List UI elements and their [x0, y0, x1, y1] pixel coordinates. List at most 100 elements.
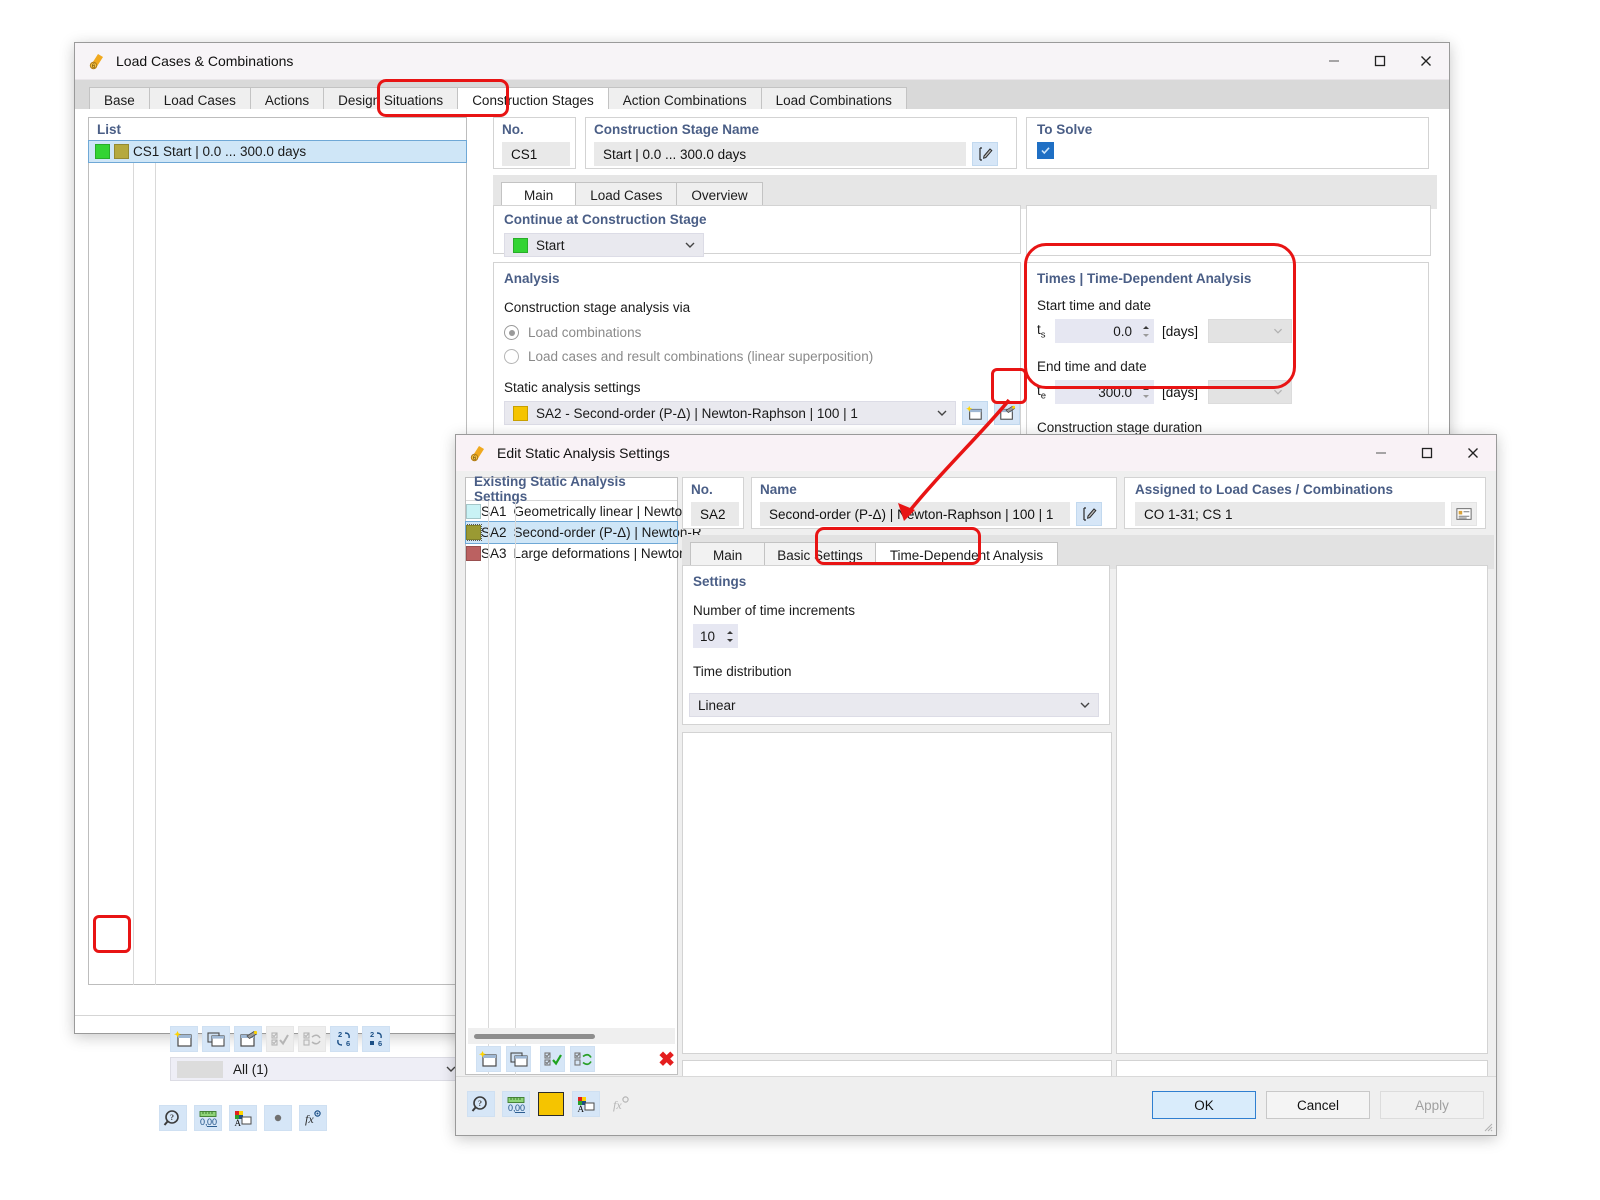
- spinner-arrows-icon[interactable]: [1139, 380, 1154, 404]
- sa2-name: Second-order (P-Δ) | Newton-R: [507, 525, 702, 540]
- edit-pencil-icon[interactable]: [1076, 502, 1102, 526]
- window2-titlebar[interactable]: 6 Edit Static Analysis Settings: [456, 435, 1496, 472]
- existing-settings-label: Existing Static Analysis Settings: [474, 474, 677, 504]
- window1-titlebar[interactable]: 6 Load Cases & Combinations: [75, 43, 1449, 80]
- radio-load-cases-result-combinations[interactable]: Load cases and result combinations (line…: [504, 349, 1020, 364]
- end-date-combo[interactable]: [1208, 380, 1292, 404]
- edit-pencil-icon[interactable]: [972, 142, 998, 166]
- list-filter-combo[interactable]: All (1): [170, 1057, 465, 1081]
- existing-settings-header: Existing Static Analysis Settings: [466, 478, 677, 501]
- times-section-label: Times | Time-Dependent Analysis: [1037, 271, 1428, 286]
- chevron-down-icon[interactable]: [1076, 696, 1094, 714]
- color-swatch-icon[interactable]: [537, 1091, 565, 1117]
- construction-stages-list-panel: List CS1 Start | 0.0 ... 300.0 days: [88, 117, 467, 985]
- continue-stage-combo[interactable]: Start: [504, 233, 704, 257]
- radio-load-combinations[interactable]: Load combinations: [504, 325, 1020, 340]
- time-distribution-value: Linear: [698, 698, 1076, 713]
- new-item-icon[interactable]: [476, 1046, 501, 1072]
- table-row[interactable]: CS1 Start | 0.0 ... 300.0 days: [89, 141, 466, 162]
- to-solve-panel: To Solve: [1026, 117, 1429, 169]
- row-name: Start | 0.0 ... 300.0 days: [155, 144, 306, 159]
- edit-settings-icon[interactable]: [994, 401, 1020, 425]
- static-settings-combo[interactable]: SA2 - Second-order (P-Δ) | Newton-Raphso…: [504, 401, 956, 425]
- spinner-arrows-icon[interactable]: [723, 624, 738, 648]
- window2-body: Existing Static Analysis Settings SA1 Ge…: [456, 471, 1496, 1135]
- edit-item-icon[interactable]: [234, 1026, 262, 1052]
- sa1-name: Geometrically linear | Newton-: [507, 504, 695, 519]
- dot-icon[interactable]: [264, 1105, 292, 1131]
- time-distribution-combo[interactable]: Linear: [689, 693, 1099, 717]
- colors-icon[interactable]: A: [572, 1091, 600, 1117]
- list-item[interactable]: SA1 Geometrically linear | Newton-: [466, 501, 677, 522]
- formula-icon[interactable]: fx: [299, 1105, 327, 1131]
- cancel-button[interactable]: Cancel: [1266, 1091, 1370, 1119]
- deselect-all-icon[interactable]: [570, 1046, 595, 1072]
- select-all-icon[interactable]: [540, 1046, 565, 1072]
- maximize-icon[interactable]: [1404, 435, 1450, 471]
- units-icon[interactable]: 0, 00: [502, 1091, 530, 1117]
- svg-text:A: A: [578, 1104, 585, 1113]
- svg-text:6: 6: [346, 1039, 350, 1048]
- sa2-color-icon: [466, 525, 481, 540]
- rfem-app-icon: 6: [468, 443, 488, 463]
- svg-text:00: 00: [515, 1103, 525, 1113]
- settings-no-field[interactable]: SA2: [691, 502, 739, 526]
- chevron-down-icon[interactable]: [681, 236, 699, 254]
- to-solve-checkbox[interactable]: [1037, 142, 1054, 159]
- start-date-combo[interactable]: [1208, 319, 1292, 343]
- svg-text:6: 6: [378, 1039, 382, 1048]
- assigned-label: Assigned to Load Cases / Combinations: [1135, 482, 1485, 497]
- end-time-value[interactable]: 300.0: [1055, 380, 1139, 404]
- existing-list-hscrollbar[interactable]: [468, 1028, 675, 1044]
- stage-no-panel: No. CS1: [493, 117, 576, 169]
- colors-icon[interactable]: A: [229, 1105, 257, 1131]
- new-settings-icon[interactable]: [962, 401, 988, 425]
- copy-item-icon[interactable]: [506, 1046, 531, 1072]
- end-time-units: [days]: [1162, 385, 1198, 400]
- new-item-icon[interactable]: [170, 1026, 198, 1052]
- spinner-arrows-icon[interactable]: [1139, 319, 1154, 343]
- stage-no-field[interactable]: CS1: [502, 142, 570, 166]
- scrollbar-thumb[interactable]: [474, 1034, 595, 1039]
- renumber-icon[interactable]: 2 6: [330, 1026, 358, 1052]
- svg-text:00: 00: [207, 1117, 217, 1127]
- chevron-down-icon[interactable]: [933, 404, 951, 422]
- minimize-icon[interactable]: [1311, 43, 1357, 79]
- sa1-color-icon: [466, 504, 481, 519]
- analysis-label: Analysis: [504, 271, 1020, 286]
- units-icon[interactable]: 0, 00: [194, 1105, 222, 1131]
- increments-value[interactable]: 10: [693, 624, 723, 648]
- start-time-value[interactable]: 0.0: [1055, 319, 1139, 343]
- assigned-field[interactable]: CO 1-31; CS 1: [1135, 502, 1445, 526]
- window2-footer-buttons: OK Cancel Apply: [1152, 1091, 1484, 1119]
- stage-name-field[interactable]: Start | 0.0 ... 300.0 days: [594, 142, 966, 166]
- analysis-via-label: Construction stage analysis via: [504, 300, 1020, 315]
- svg-text:fx: fx: [305, 1112, 314, 1126]
- renumber-single-icon[interactable]: 2 6: [362, 1026, 390, 1052]
- increments-stepper[interactable]: 10: [693, 624, 1109, 648]
- existing-list-toolbar: ✖: [468, 1045, 675, 1073]
- close-icon[interactable]: [1450, 435, 1496, 471]
- distribution-row: Linear: [682, 691, 1110, 725]
- ok-button[interactable]: OK: [1152, 1091, 1256, 1119]
- settings-name-field[interactable]: Second-order (P-Δ) | Newton-Raphson | 10…: [760, 502, 1070, 526]
- maximize-icon[interactable]: [1357, 43, 1403, 79]
- stage-color2-icon: [114, 144, 129, 159]
- window2-titlebar-buttons: [1358, 435, 1496, 471]
- end-time-stepper[interactable]: 300.0: [1055, 380, 1154, 404]
- resize-grip-icon[interactable]: [1481, 1120, 1493, 1132]
- delete-icon[interactable]: ✖: [658, 1047, 675, 1072]
- assign-list-icon[interactable]: [1451, 502, 1477, 526]
- list-item[interactable]: SA2 Second-order (P-Δ) | Newton-R: [466, 522, 677, 543]
- copy-item-icon[interactable]: [202, 1026, 230, 1052]
- minimize-icon[interactable]: [1358, 435, 1404, 471]
- close-icon[interactable]: [1403, 43, 1449, 79]
- start-time-stepper[interactable]: 0.0: [1055, 319, 1154, 343]
- svg-text:2: 2: [370, 1030, 374, 1039]
- help-icon[interactable]: ?: [159, 1105, 187, 1131]
- help-icon[interactable]: ?: [467, 1091, 495, 1117]
- filter-color-box: [177, 1061, 223, 1078]
- continue-stage-spacer: [1026, 205, 1431, 256]
- start-time-row: ts 0.0 [days]: [1037, 319, 1428, 343]
- list-item[interactable]: SA3 Large deformations | Newton-: [466, 543, 677, 564]
